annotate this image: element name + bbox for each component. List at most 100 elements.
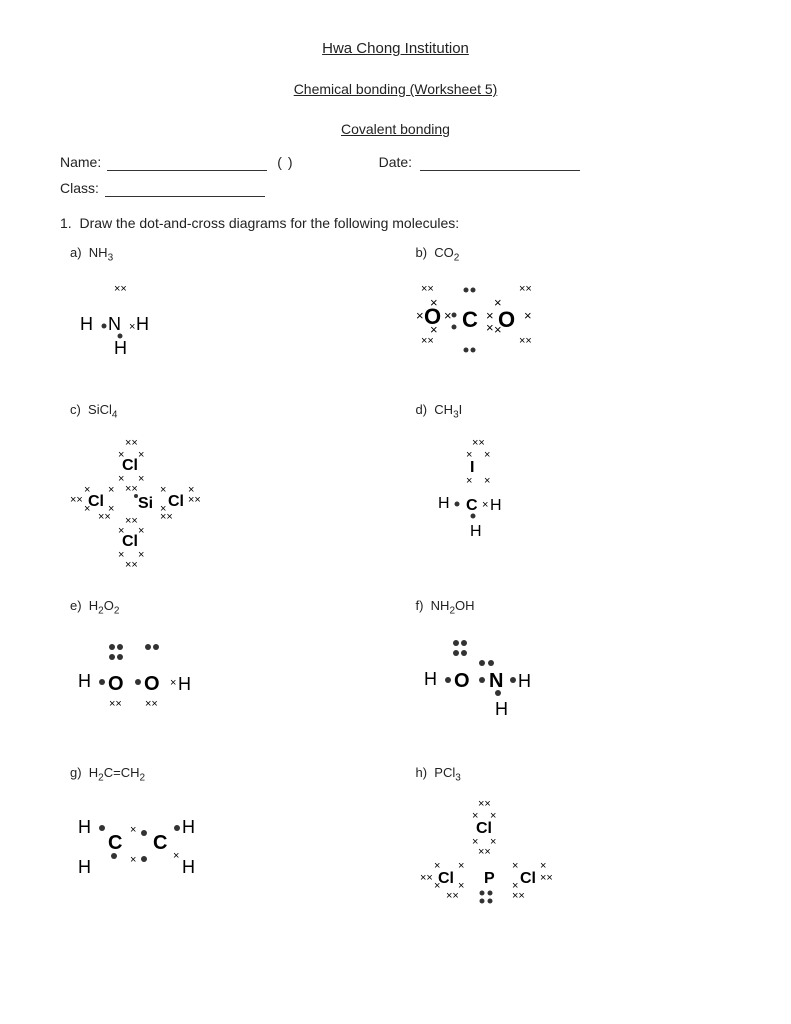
svg-text:O: O — [108, 673, 124, 695]
molecule-f-label: f) NH2OH — [416, 598, 475, 617]
svg-text:×: × — [173, 850, 179, 862]
svg-text:×: × — [160, 484, 166, 496]
class-field[interactable] — [105, 179, 265, 197]
name-field[interactable] — [107, 153, 267, 171]
molecule-c-label: c) SiCl4 — [70, 402, 117, 421]
svg-text:Cl: Cl — [476, 820, 492, 837]
svg-text:Cl: Cl — [438, 870, 454, 887]
svg-text:×: × — [108, 484, 114, 496]
molecule-c: c) SiCl4 ×× × × Cl × × ×× ×× × × Cl × × … — [60, 402, 386, 569]
svg-text:××: ×× — [420, 872, 433, 884]
molecule-e-label: e) H2O2 — [70, 598, 119, 617]
svg-text:××: ×× — [125, 515, 138, 527]
svg-text:××: ×× — [125, 437, 138, 449]
svg-text:××: ×× — [446, 890, 459, 902]
svg-text:×: × — [482, 499, 488, 511]
question-title: 1. Draw the dot-and-cross diagrams for t… — [60, 215, 731, 231]
diagram-h2o2: H O ×× O ×× — [70, 625, 250, 725]
class-row: Class: — [60, 179, 731, 197]
svg-text:××: ×× — [98, 511, 111, 523]
molecule-d: d) CH3I ×× × × I × × H C × H — [406, 402, 732, 569]
svg-text:C: C — [462, 307, 478, 332]
diagram-ch3i: ×× × × I × × H C × H H — [416, 428, 566, 558]
svg-text:×: × — [486, 320, 494, 335]
worksheet-subtitle: Covalent bonding — [60, 121, 731, 137]
svg-text:H: H — [495, 699, 508, 719]
molecule-d-label: d) CH3I — [416, 402, 463, 421]
svg-text:××: ×× — [70, 494, 83, 506]
svg-text:Cl: Cl — [122, 457, 138, 474]
svg-text:O: O — [144, 673, 160, 695]
svg-text:H: H — [178, 674, 191, 694]
molecule-b: b) CO2 ×× ×× × × × × O C — [406, 245, 732, 372]
svg-text:Cl: Cl — [168, 493, 184, 510]
svg-text:×: × — [490, 836, 496, 848]
svg-text:×: × — [540, 860, 546, 872]
svg-text:Cl: Cl — [520, 870, 536, 887]
svg-text:××: ×× — [519, 283, 532, 295]
svg-text:××: ×× — [478, 798, 491, 810]
svg-text:H: H — [78, 857, 91, 877]
svg-text:××: ×× — [114, 283, 127, 295]
svg-text:N: N — [108, 314, 121, 334]
svg-text:××: ×× — [421, 283, 434, 295]
svg-text:×: × — [444, 308, 452, 323]
svg-text:C: C — [466, 497, 478, 514]
question-number: 1. — [60, 215, 72, 231]
date-label: Date: — [379, 154, 412, 170]
diagram-ethene: H C H × × C — [70, 791, 270, 901]
svg-text:H: H — [424, 669, 437, 689]
svg-text:P: P — [484, 870, 495, 887]
svg-text:×: × — [118, 549, 124, 561]
svg-text:Cl: Cl — [88, 493, 104, 510]
svg-text:Si: Si — [138, 495, 153, 512]
svg-text:××: ×× — [540, 872, 553, 884]
molecule-e: e) H2O2 H O ×× O — [60, 598, 386, 735]
question-section: 1. Draw the dot-and-cross diagrams for t… — [60, 215, 731, 941]
svg-text:×: × — [416, 308, 424, 323]
svg-text:O: O — [454, 670, 470, 692]
svg-text:××: ×× — [512, 890, 525, 902]
svg-text:×: × — [484, 475, 490, 487]
svg-text:×: × — [466, 475, 472, 487]
svg-text:×: × — [484, 449, 490, 461]
class-label: Class: — [60, 180, 99, 196]
svg-text:×: × — [130, 824, 136, 836]
svg-text:Cl: Cl — [122, 533, 138, 550]
svg-text:×: × — [170, 677, 176, 689]
diagram-nh2oh: H O N H H — [416, 625, 616, 735]
svg-text:×: × — [138, 549, 144, 561]
svg-text:××: ×× — [519, 335, 532, 347]
svg-text:××: ×× — [478, 846, 491, 858]
school-name: Hwa Chong Institution — [60, 40, 731, 57]
svg-text:×: × — [138, 473, 144, 485]
molecule-b-label: b) CO2 — [416, 245, 460, 264]
diagram-pcl3: ×× × × Cl × × ×× ×× × × Cl × × ×× P — [416, 791, 596, 941]
name-row: Name: ( ) Date: — [60, 153, 731, 171]
name-label: Name: — [60, 154, 101, 170]
svg-text:H: H — [78, 671, 91, 691]
svg-text:×: × — [188, 484, 194, 496]
svg-text:H: H — [490, 497, 502, 514]
svg-text:H: H — [518, 671, 531, 691]
svg-text:×: × — [494, 295, 502, 310]
svg-text:H: H — [114, 338, 127, 358]
svg-text:×: × — [138, 525, 144, 537]
svg-text:×: × — [129, 321, 135, 333]
svg-text:H: H — [438, 495, 450, 512]
svg-text:H: H — [78, 817, 91, 837]
paren-open: ( — [277, 154, 282, 170]
svg-text:H: H — [182, 857, 195, 877]
svg-text:N: N — [489, 670, 503, 692]
molecule-g: g) H2C=CH2 H C H × × — [60, 765, 386, 942]
svg-text:H: H — [80, 314, 93, 334]
svg-text:×: × — [524, 308, 532, 323]
svg-text:×: × — [138, 449, 144, 461]
svg-text:×: × — [130, 854, 136, 866]
svg-text:O: O — [424, 304, 441, 329]
paren-close: ) — [288, 154, 293, 170]
svg-text:H: H — [136, 314, 149, 334]
svg-text:×: × — [458, 880, 464, 892]
svg-text:×: × — [512, 860, 518, 872]
date-field[interactable] — [420, 153, 580, 171]
